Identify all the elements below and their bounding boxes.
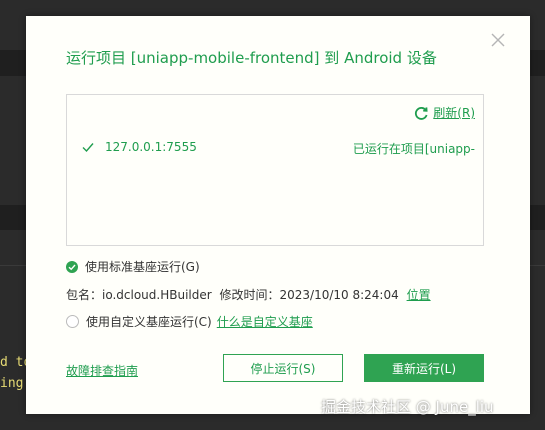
radio-checked-icon xyxy=(66,260,78,273)
close-icon xyxy=(491,33,505,47)
standard-base-option[interactable]: 使用标准基座运行(G) xyxy=(66,258,200,275)
device-row[interactable]: 127.0.0.1:7555 已运行在项目[uniapp- xyxy=(67,137,483,159)
custom-base-option[interactable]: 使用自定义基座运行(C) 什么是自定义基座 xyxy=(66,313,313,330)
custom-base-label: 使用自定义基座运行(C) xyxy=(86,315,212,329)
watermark: 掘金技术社区 @ June_liu xyxy=(321,398,494,416)
device-status: 已运行在项目[uniapp- xyxy=(352,142,475,156)
refresh-label: 刷新(R) xyxy=(433,106,475,120)
ide-console-line: ing xyxy=(0,376,24,391)
refresh-icon xyxy=(415,106,428,120)
stop-button[interactable]: 停止运行(S) xyxy=(223,354,343,382)
device-address: 127.0.0.1:7555 xyxy=(105,140,197,154)
troubleshoot-link[interactable]: 故障排查指南 xyxy=(66,362,138,379)
dialog-title: 运行项目 [uniapp-mobile-frontend] 到 Android … xyxy=(66,49,437,67)
refresh-button[interactable]: 刷新(R) xyxy=(413,104,475,121)
modified-time: 修改时间：2023/10/10 8:24:04 xyxy=(219,288,399,302)
device-list: 刷新(R) 127.0.0.1:7555 已运行在项目[uniapp- xyxy=(66,94,484,246)
radio-unchecked-icon xyxy=(66,315,79,328)
rerun-button[interactable]: 重新运行(L) xyxy=(364,354,484,382)
package-info: 包名：io.dcloud.HBuilder 修改时间：2023/10/10 8:… xyxy=(66,286,435,303)
package-name: 包名：io.dcloud.HBuilder xyxy=(66,288,212,302)
check-icon xyxy=(82,143,94,153)
location-link[interactable]: 位置 xyxy=(407,288,431,302)
custom-base-help-link[interactable]: 什么是自定义基座 xyxy=(217,313,313,330)
run-to-android-dialog: 运行项目 [uniapp-mobile-frontend] 到 Android … xyxy=(26,16,530,414)
standard-base-label: 使用标准基座运行(G) xyxy=(85,260,200,274)
close-button[interactable] xyxy=(488,30,508,50)
